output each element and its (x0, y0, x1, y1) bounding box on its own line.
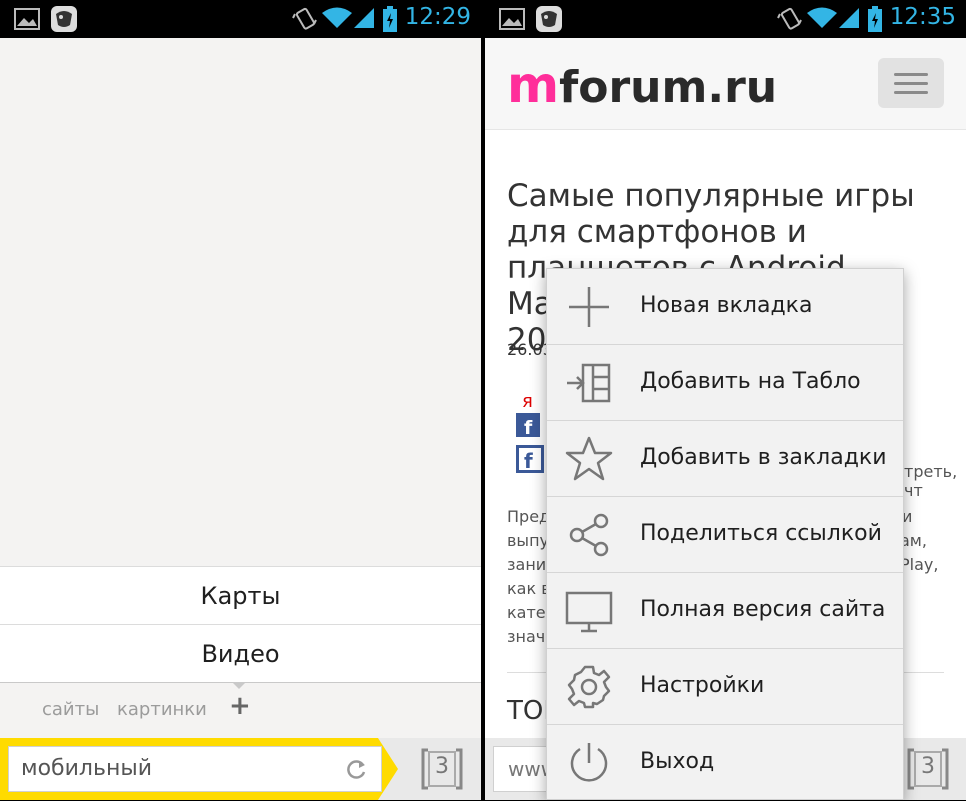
share-icon (569, 513, 609, 557)
caret-indicator (232, 682, 246, 689)
wifi-icon (322, 7, 352, 28)
svg-text:f: f (524, 417, 533, 437)
app-notification-icon (51, 6, 77, 32)
vibrate-icon (777, 7, 802, 30)
svg-text:f: f (524, 449, 533, 473)
clock: 12:29 (404, 4, 471, 30)
article-text-fragment: треть, чт (904, 462, 958, 500)
gear-icon (567, 665, 611, 709)
signal-icon (839, 8, 859, 28)
search-tabs: сайты картинки + (0, 682, 481, 738)
battery-icon (868, 6, 882, 32)
reload-icon[interactable] (345, 759, 367, 781)
tab-counter-button[interactable]: 3 (420, 748, 464, 790)
tab-sites[interactable]: сайты (42, 699, 99, 720)
tab-count-value: 3 (921, 754, 935, 779)
suggestion-maps[interactable]: Карты (0, 566, 481, 624)
plus-icon (569, 287, 609, 327)
logo-m: m (507, 56, 560, 114)
tab-images[interactable]: картинки (117, 699, 207, 720)
hamburger-menu-button[interactable] (878, 58, 944, 108)
menu-item-settings[interactable]: Настройки (547, 649, 903, 725)
search-input[interactable] (21, 756, 321, 781)
browser-menu: Новая вкладка Добавить на Табло Добавить… (546, 268, 904, 800)
star-icon (565, 436, 613, 481)
url-box[interactable]: www (493, 746, 557, 792)
menu-item-new-tab[interactable]: Новая вкладка (547, 269, 903, 345)
gallery-notification-icon (14, 8, 40, 30)
menu-item-desktop-version[interactable]: Полная версия сайта (547, 573, 903, 649)
yandex-share-icon[interactable]: я (516, 388, 540, 412)
tab-counter-button[interactable]: 3 (906, 748, 950, 790)
app-notification-icon (536, 6, 562, 32)
signal-icon (354, 8, 374, 28)
logo-text: forum.ru (559, 62, 778, 113)
menu-item-exit[interactable]: Выход (547, 725, 903, 801)
status-bar: 12:35 (485, 0, 966, 38)
site-logo[interactable]: mforum.ru (507, 56, 777, 114)
site-header: mforum.ru (485, 38, 966, 130)
menu-item-bookmark[interactable]: Добавить в закладки (547, 421, 903, 497)
power-icon (570, 743, 608, 782)
facebook-icon[interactable]: f (516, 413, 540, 437)
gallery-notification-icon (499, 8, 525, 30)
bottom-bar: 3 (0, 738, 481, 800)
menu-item-add-to-dashboard[interactable]: Добавить на Табло (547, 345, 903, 421)
status-bar: 12:29 (0, 0, 481, 38)
svg-text:я: я (522, 391, 533, 412)
facebook-like-icon[interactable]: f (516, 445, 544, 473)
add-tab-button[interactable]: + (229, 691, 251, 721)
suggestion-video[interactable]: Видео (0, 624, 481, 682)
battery-icon (383, 6, 397, 32)
left-screen: 12:29 Карты Видео сайты картинки + 3 (0, 0, 481, 800)
menu-item-share[interactable]: Поделиться ссылкой (547, 497, 903, 573)
clock: 12:35 (889, 4, 956, 30)
tab-count-value: 3 (435, 754, 449, 779)
vibrate-icon (292, 7, 317, 30)
add-to-dashboard-icon (567, 363, 611, 403)
desktop-icon (565, 591, 613, 633)
search-box[interactable] (8, 746, 382, 792)
wifi-icon (807, 7, 837, 28)
